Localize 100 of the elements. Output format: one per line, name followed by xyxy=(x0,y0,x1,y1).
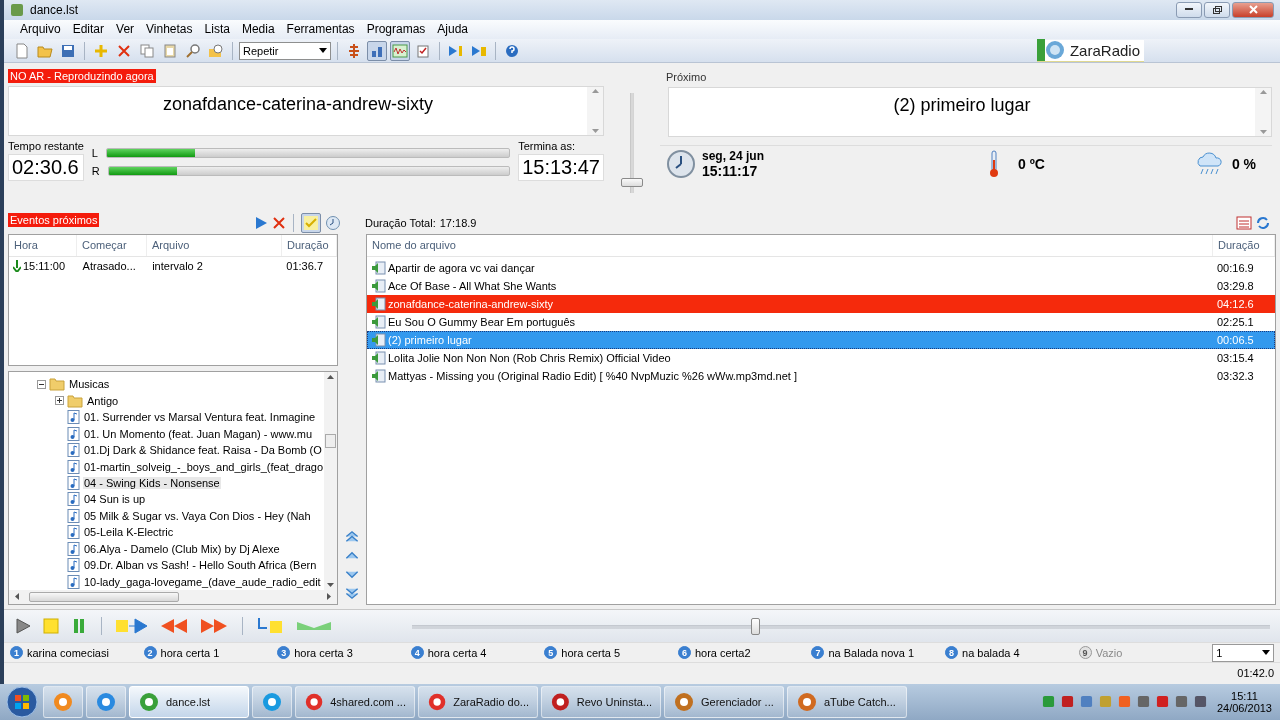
hotkey-label[interactable]: hora certa 1 xyxy=(160,646,220,659)
file-label[interactable]: 05-Leila K-Electric xyxy=(83,526,175,539)
file-label[interactable]: 04 Sun is up xyxy=(83,493,147,506)
minimize-icon xyxy=(1185,8,1193,12)
scroll-thumb[interactable] xyxy=(325,433,337,448)
blocks-icon[interactable] xyxy=(367,40,387,61)
file-label[interactable]: 05 Milk & Sugar vs. Vaya Con Dios - Hey (Nah xyxy=(83,509,312,522)
horizontal-scrollbar[interactable] xyxy=(9,589,337,604)
caret-icon xyxy=(1262,650,1271,656)
file-label[interactable]: 01.Dj Dark & Shidance feat. Raisa - Da Bomb (O xyxy=(83,444,323,457)
column-header[interactable]: Hora xyxy=(9,234,77,256)
move-top-icon[interactable] xyxy=(344,528,360,544)
column-header[interactable]: Arquivo xyxy=(147,234,282,256)
folder-label[interactable]: Antigo xyxy=(86,394,120,407)
menu-item[interactable]: Media xyxy=(235,20,281,39)
expander-icon[interactable] xyxy=(55,396,64,406)
column-header[interactable]: Duração xyxy=(1213,234,1275,256)
restore-button[interactable] xyxy=(1204,1,1230,18)
column-header[interactable]: Nome do arquivo xyxy=(367,234,1213,256)
column-header[interactable]: Começar xyxy=(77,234,147,256)
hotkey-label[interactable]: hora certa 4 xyxy=(427,646,487,659)
hotkey-label[interactable]: hora certa2 xyxy=(694,646,751,659)
playlist-row[interactable]: Lolita Jolie Non Non Non (Rob Chris Remix) Official Video 03:15.4 xyxy=(367,348,1275,367)
hotkey-number[interactable]: 9 xyxy=(1078,646,1092,660)
file-label[interactable]: 09.Dr. Alban vs Sash! - Hello South Africa (Bern xyxy=(83,559,318,572)
taskbar-button[interactable]: aTube Catch... xyxy=(787,685,907,718)
menu-item[interactable]: Ferramentas xyxy=(280,20,361,39)
menu-item[interactable]: Ajuda xyxy=(431,20,474,39)
scrollbar[interactable] xyxy=(324,371,337,590)
list-icon[interactable] xyxy=(1236,216,1252,231)
hotkey-label[interactable]: na Balada nova 1 xyxy=(828,646,915,659)
file-label[interactable]: 04 - Swing Kids - Nonsense xyxy=(83,477,221,489)
folder-label[interactable]: Musicas xyxy=(68,378,111,391)
menu-item[interactable]: Arquivo xyxy=(14,20,67,39)
close-button[interactable] xyxy=(1232,1,1274,18)
taskbar-button[interactable] xyxy=(86,685,126,718)
menu-item[interactable]: Lista xyxy=(198,20,236,39)
speaker-file-icon xyxy=(371,350,386,365)
taskbar-button[interactable]: ZaraRadio do... xyxy=(418,685,538,718)
start-button[interactable] xyxy=(4,684,40,719)
app-icon xyxy=(95,690,117,713)
delete-icon[interactable] xyxy=(272,216,286,231)
playlist-row[interactable]: Eu Sou O Gummy Bear Em português 02:25.1 xyxy=(367,312,1275,331)
hotkey-label[interactable]: na balada 4 xyxy=(962,646,1020,659)
file-label[interactable]: 10-lady_gaga-lovegame_(dave_aude_radio_edit xyxy=(83,575,322,588)
duration: 03:15.4 xyxy=(1216,351,1255,364)
file-label[interactable]: 01. Un Momento (feat. Juan Magan) - www.mu xyxy=(83,427,314,440)
fast-forward-icon[interactable] xyxy=(199,617,229,636)
page-dropdown[interactable]: 1 xyxy=(1212,643,1275,662)
hotkey-number[interactable]: 4 xyxy=(410,646,424,660)
play-next-icon[interactable] xyxy=(115,617,149,636)
menu-item[interactable]: Editar xyxy=(66,20,111,39)
taskbar-button[interactable]: Gerenciador ... xyxy=(664,685,784,718)
playlist-row[interactable]: Ace Of Base - All What She Wants 03:29.8 xyxy=(367,276,1275,295)
waveform-icon[interactable] xyxy=(390,40,410,61)
volume-thumb[interactable] xyxy=(621,177,643,187)
status-time: 01:42.0 xyxy=(1237,667,1274,680)
playlist-row[interactable]: Apartir de agora vc vai dançar 00:16.9 xyxy=(367,258,1275,277)
minimize-button[interactable] xyxy=(1176,1,1202,18)
tray-clock[interactable]: 15:11 24/06/2013 xyxy=(1216,689,1272,714)
scrollbar[interactable] xyxy=(587,86,603,135)
hotkey-label[interactable]: hora certa 3 xyxy=(294,646,353,659)
position-thumb[interactable] xyxy=(751,617,761,635)
menu-item[interactable]: Vinhetas xyxy=(140,20,199,39)
tray-icon xyxy=(1193,695,1207,709)
scroll-thumb[interactable] xyxy=(29,591,179,602)
hotkey-number[interactable]: 1 xyxy=(10,646,23,660)
refresh-icon[interactable] xyxy=(1256,216,1270,231)
column-header[interactable]: Duração xyxy=(282,234,337,256)
file-label[interactable]: 06.Alya - Damelo (Club Mix) by Dj Alexe xyxy=(83,542,281,555)
file-label[interactable]: 01. Surrender vs Marsal Ventura feat. Inmagine xyxy=(83,411,317,424)
taskbar-button[interactable]: dance.lst xyxy=(129,685,249,718)
mode-dropdown[interactable]: Repetir xyxy=(239,41,331,60)
scrollbar[interactable] xyxy=(1255,87,1271,136)
duration: 00:16.9 xyxy=(1216,261,1255,274)
checkmark-icon[interactable] xyxy=(301,213,321,234)
playlist-row[interactable]: zonafdance-caterina-andrew-sixty 04:12.6 xyxy=(367,294,1275,313)
rewind-icon[interactable] xyxy=(159,617,189,636)
hotkey-label[interactable]: hora certa 5 xyxy=(561,646,620,659)
hotkey-number[interactable]: 8 xyxy=(945,646,959,660)
play-icon[interactable] xyxy=(14,617,32,636)
playlist-row[interactable]: Mattyas - Missing you (Original Radio Edit) [ %40 NvpMuzic %26 wWw.mp3md.net ] 03:32.3 xyxy=(367,366,1275,385)
expander-icon[interactable] xyxy=(37,379,46,389)
taskbar-button[interactable] xyxy=(252,685,292,718)
file-label[interactable]: 01-martin_solveig_-_boys_and_girls_(feat_drago xyxy=(83,460,325,473)
play-icon[interactable] xyxy=(254,216,268,231)
taskbar-button[interactable]: 4shared.com ... xyxy=(295,685,415,718)
hotkey-number[interactable]: 7 xyxy=(811,646,825,660)
menu-item[interactable]: Programas xyxy=(360,20,432,39)
hotkey-number[interactable]: 2 xyxy=(143,646,157,660)
hotkey-number[interactable]: 5 xyxy=(544,646,558,660)
menu-item[interactable]: Ver xyxy=(110,20,141,39)
taskbar-button[interactable] xyxy=(43,685,83,718)
hotkey-label[interactable]: karina comeciasi xyxy=(27,646,109,659)
file-name: Eu Sou O Gummy Bear Em português xyxy=(388,315,576,328)
clock-icon[interactable] xyxy=(325,215,341,232)
hotkey-number[interactable]: 3 xyxy=(277,646,291,660)
remaining-time: 02:30.6 xyxy=(8,153,84,181)
taskbar-button[interactable]: Revo Uninsta... xyxy=(541,685,661,718)
hotkey-number[interactable]: 6 xyxy=(677,646,691,660)
